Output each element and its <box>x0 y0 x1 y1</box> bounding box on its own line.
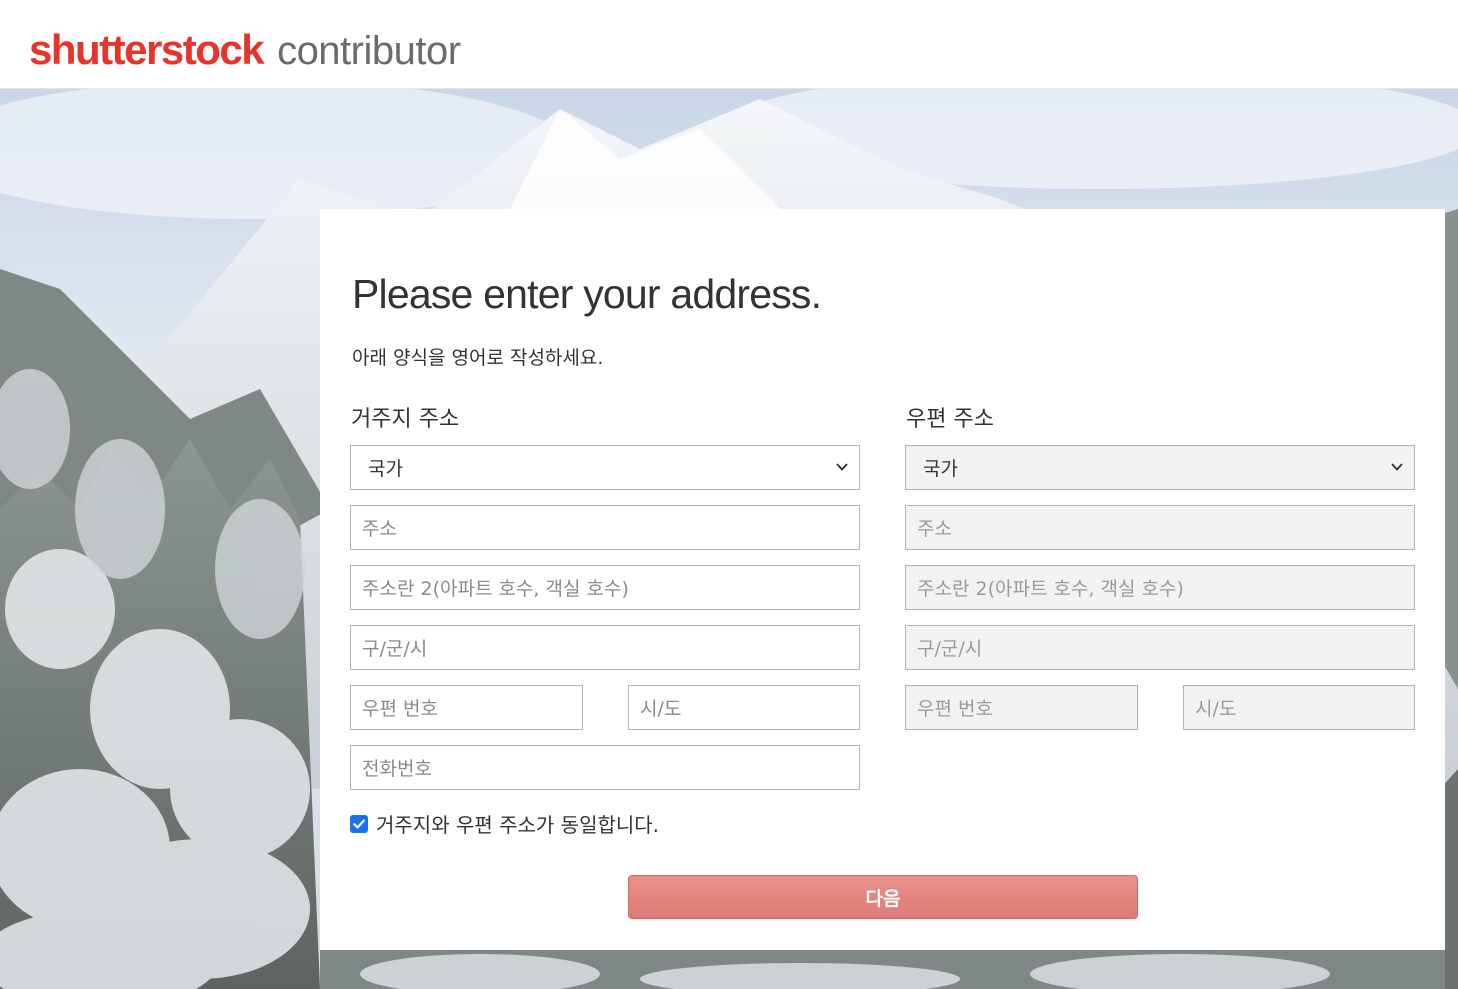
postal-state-placeholder: 시/도 <box>1195 698 1237 720</box>
page-subtitle: 아래 양식을 영어로 작성하세요. <box>352 347 604 369</box>
same-address-label: 거주지와 우편 주소가 동일합니다. <box>376 813 660 837</box>
residential-address-placeholder: 주소 <box>362 518 397 540</box>
same-address-row: 거주지와 우편 주소가 동일합니다. <box>350 809 659 838</box>
postal-state-input: 시/도 <box>1183 685 1415 730</box>
logo-product: contributor <box>277 29 461 73</box>
postal-address-input: 주소 <box>905 505 1415 550</box>
address-form-card: Please enter your address. 아래 양식을 영어로 작성… <box>320 209 1445 950</box>
postal-address2-input: 주소란 2(아파트 호수, 객실 호수) <box>905 565 1415 610</box>
postal-city-placeholder: 구/군/시 <box>917 638 983 660</box>
residential-phone-input[interactable]: 전화번호 <box>350 745 860 790</box>
residential-city-input[interactable]: 구/군/시 <box>350 625 860 670</box>
postal-address-heading: 우편 주소 <box>906 407 994 432</box>
residential-country-value: 국가 <box>368 458 403 480</box>
postal-country-select: 국가 <box>905 445 1415 490</box>
residential-city-placeholder: 구/군/시 <box>362 638 428 660</box>
logo-brand: shutterstock <box>29 26 265 73</box>
top-bar: shutterstock contributor <box>0 0 1458 89</box>
same-address-checkbox[interactable] <box>350 814 368 833</box>
chevron-down-icon <box>1391 463 1403 471</box>
postal-address-placeholder: 주소 <box>917 518 952 540</box>
residential-address-input[interactable]: 주소 <box>350 505 860 550</box>
postal-country-value: 국가 <box>923 458 958 480</box>
residential-postal-code-input[interactable]: 우편 번호 <box>350 685 583 730</box>
residential-phone-placeholder: 전화번호 <box>362 758 432 780</box>
chevron-down-icon <box>836 463 848 471</box>
residential-state-placeholder: 시/도 <box>640 698 682 720</box>
shutterstock-logo[interactable]: shutterstock contributor <box>29 26 461 76</box>
residential-address-heading: 거주지 주소 <box>351 407 460 432</box>
residential-address2-input[interactable]: 주소란 2(아파트 호수, 객실 호수) <box>350 565 860 610</box>
next-button[interactable]: 다음 <box>628 875 1138 919</box>
postal-postal-code-placeholder: 우편 번호 <box>917 698 993 720</box>
checkmark-icon <box>353 819 365 828</box>
postal-address2-placeholder: 주소란 2(아파트 호수, 객실 호수) <box>917 578 1184 600</box>
residential-country-select[interactable]: 국가 <box>350 445 860 490</box>
residential-address2-placeholder: 주소란 2(아파트 호수, 객실 호수) <box>362 578 629 600</box>
postal-city-input: 구/군/시 <box>905 625 1415 670</box>
residential-postal-code-placeholder: 우편 번호 <box>362 698 438 720</box>
postal-postal-code-input: 우편 번호 <box>905 685 1138 730</box>
page-title: Please enter your address. <box>352 271 822 317</box>
residential-state-input[interactable]: 시/도 <box>628 685 860 730</box>
